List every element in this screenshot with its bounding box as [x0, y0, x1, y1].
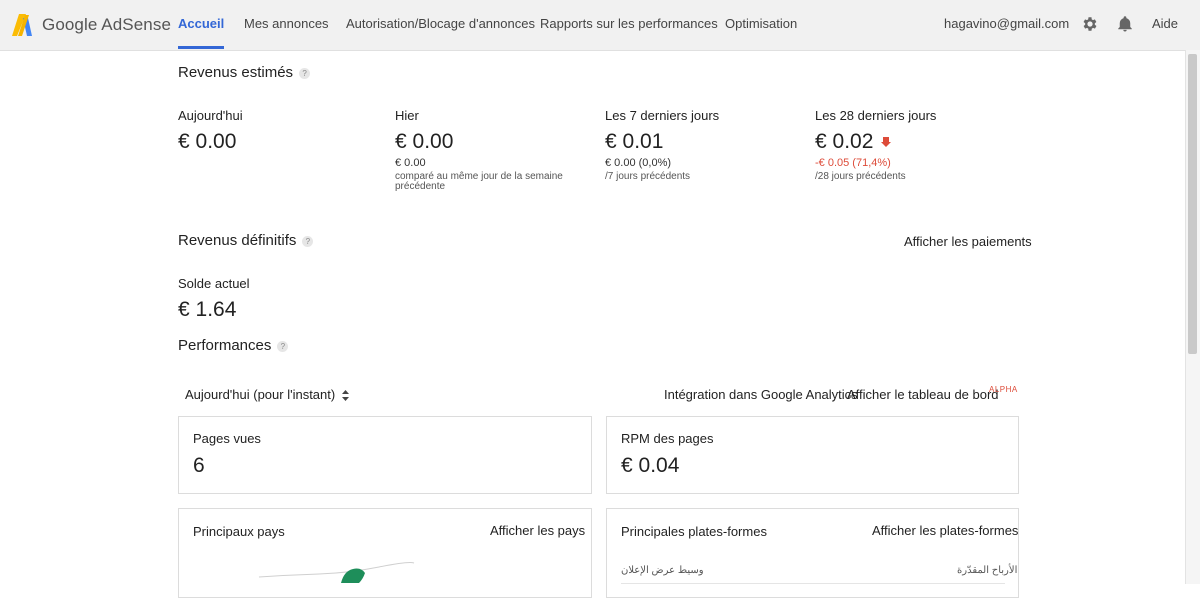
tab-autorisation-blocage[interactable]: Autorisation/Blocage d'annonces [346, 16, 535, 31]
view-platforms-link[interactable]: Afficher les plates-formes [872, 523, 1018, 538]
view-countries-link[interactable]: Afficher les pays [490, 523, 585, 538]
estimated-earnings-heading: Revenus estimés? [178, 64, 311, 81]
yesterday-compare: € 0.00 [395, 157, 426, 169]
tab-rapports[interactable]: Rapports sur les performances [540, 16, 718, 31]
last-7-days-compare: € 0.00 (0,0%) [605, 157, 672, 169]
tab-label: Accueil [178, 16, 225, 31]
page-rpm-card: RPM des pages € 0.04 [606, 416, 1019, 494]
help-icon[interactable]: ? [277, 340, 289, 352]
help-icon[interactable]: ? [302, 235, 314, 247]
page-views-label: Pages vues [193, 431, 261, 446]
user-email[interactable]: hagavino@gmail.com [944, 16, 1069, 31]
help-link[interactable]: Aide [1152, 16, 1178, 31]
top-countries-card: Principaux pays Afficher les pays [178, 508, 592, 598]
performance-heading: Performances? [178, 337, 289, 354]
last-7-days-link[interactable]: Les 7 derniers jours [605, 108, 719, 123]
earnings-column-header: الأرباح المقدّرة [957, 565, 1018, 576]
trend-down-icon [881, 137, 892, 148]
page-rpm-value: € 0.04 [621, 454, 680, 477]
last-28-days-link[interactable]: Les 28 derniers jours [815, 108, 936, 123]
platform-column-header: وسيط عرض الإعلان [621, 565, 704, 576]
section-title: Revenus définitifs [178, 232, 297, 249]
tab-optimisation[interactable]: Optimisation [725, 16, 797, 31]
tab-label: Autorisation/Blocage d'annonces [346, 16, 535, 31]
balance-value: € 1.64 [178, 298, 237, 321]
tab-label: Mes annonces [244, 16, 329, 31]
world-map[interactable] [249, 553, 419, 593]
today-label: Aujourd'hui [178, 108, 243, 123]
last-7-days-note: /7 jours précédents [605, 171, 691, 182]
adsense-logo-icon [12, 14, 32, 36]
page-views-card: Pages vues 6 [178, 416, 592, 494]
top-platforms-title: Principales plates-formes [621, 524, 767, 539]
top-platforms-card: Principales plates-formes Afficher les p… [606, 508, 1019, 598]
bell-icon[interactable] [1116, 15, 1134, 33]
period-select-value: Aujourd'hui (pour l'instant) [185, 387, 336, 402]
gear-icon[interactable] [1081, 15, 1099, 33]
section-title: Performances [178, 337, 272, 354]
view-dashboard-link[interactable]: Afficher le tableau de bord [847, 387, 999, 402]
tab-mes-annonces[interactable]: Mes annonces [244, 16, 329, 31]
analytics-integration-link[interactable]: Intégration dans Google Analytics [664, 387, 858, 402]
adsense-logo[interactable]: Google AdSense [12, 12, 171, 38]
help-icon[interactable]: ? [299, 67, 311, 79]
alpha-badge: ALPHA [989, 385, 1018, 394]
last-7-days-value: € 0.01 [605, 130, 664, 153]
tab-label: Optimisation [725, 16, 798, 31]
yesterday-link[interactable]: Hier [395, 108, 419, 123]
active-tab-indicator [178, 46, 225, 49]
section-title: Revenus estimés [178, 64, 294, 81]
tab-label: Rapports sur les performances [540, 16, 718, 31]
top-countries-title: Principaux pays [193, 524, 285, 539]
page-scrollbar[interactable] [1185, 50, 1200, 584]
last-28-days-note: /28 jours précédents [815, 171, 906, 182]
balance-label: Solde actuel [178, 276, 250, 291]
app-name: Google AdSense [42, 15, 171, 34]
page-views-value: 6 [193, 454, 205, 477]
yesterday-note: comparé au même jour de la semaine précé… [395, 171, 563, 192]
today-value: € 0.00 [178, 130, 237, 153]
finalized-earnings-heading: Revenus définitifs? [178, 232, 314, 249]
tab-accueil[interactable]: Accueil [178, 16, 225, 49]
view-payments-link[interactable]: Afficher les paiements [904, 234, 1032, 249]
period-select[interactable]: Aujourd'hui (pour l'instant) [185, 387, 349, 402]
page-rpm-label: RPM des pages [621, 431, 714, 446]
yesterday-value: € 0.00 [395, 130, 454, 153]
scrollbar-thumb[interactable] [1188, 54, 1197, 354]
last-28-days-value-row: € 0.02 [815, 130, 892, 154]
last-28-days-compare: -€ 0.05 (71,4%) [815, 157, 891, 169]
last-28-days-value: € 0.02 [815, 130, 874, 153]
top-navigation-bar: Google AdSense Accueil Mes annonces Auto… [0, 0, 1200, 51]
sort-arrows-icon [341, 390, 349, 402]
